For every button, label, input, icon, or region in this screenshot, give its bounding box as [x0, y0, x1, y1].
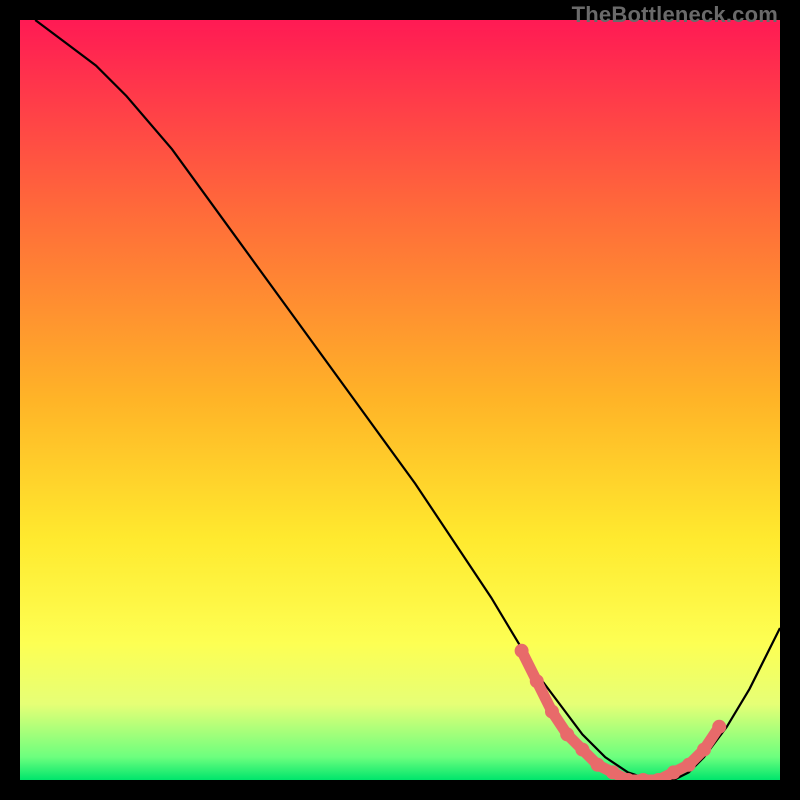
optimal-range-point — [682, 758, 696, 772]
gradient-background — [20, 20, 780, 780]
chart-frame: TheBottleneck.com — [0, 0, 800, 800]
optimal-range-point — [545, 705, 559, 719]
optimal-range-point — [606, 765, 620, 779]
optimal-range-point — [530, 674, 544, 688]
optimal-range-point — [560, 727, 574, 741]
optimal-range-point — [712, 720, 726, 734]
optimal-range-point — [667, 765, 681, 779]
optimal-range-point — [591, 758, 605, 772]
watermark-text: TheBottleneck.com — [572, 2, 778, 28]
bottleneck-chart — [20, 20, 780, 780]
optimal-range-point — [515, 644, 529, 658]
optimal-range-point — [575, 743, 589, 757]
optimal-range-point — [697, 743, 711, 757]
